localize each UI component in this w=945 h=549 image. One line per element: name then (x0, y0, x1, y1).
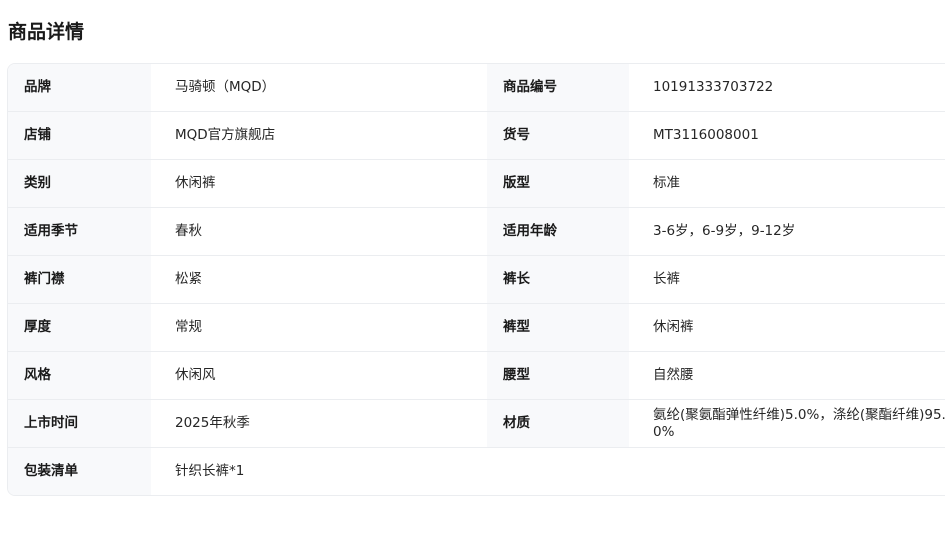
spec-label: 裤型 (487, 303, 629, 352)
spec-value: 常规 (151, 303, 487, 352)
spec-row: 风格 休闲风 腰型 自然腰 (8, 351, 945, 400)
spec-label: 材质 (487, 399, 629, 448)
spec-label: 店铺 (8, 111, 151, 160)
spec-row: 上市时间 2025年秋季 材质 氨纶(聚氨酯弹性纤维)5.0%，涤纶(聚酯纤维)95.… (8, 399, 945, 448)
spec-value: 长裤 (629, 255, 945, 304)
spec-value: 2025年秋季 (151, 399, 487, 448)
spec-value: 3-6岁，6-9岁，9-12岁 (629, 207, 945, 256)
spec-label: 货号 (487, 111, 629, 160)
spec-value: 自然腰 (629, 351, 945, 400)
spec-row: 适用季节 春秋 适用年龄 3-6岁，6-9岁，9-12岁 (8, 207, 945, 256)
spec-value: 标准 (629, 159, 945, 208)
spec-label: 风格 (8, 351, 151, 400)
spec-row: 包装清单 针织长裤*1 (8, 447, 945, 495)
spec-row: 店铺 MQD官方旗舰店 货号 MT3116008001 (8, 111, 945, 160)
spec-value: 针织长裤*1 (175, 463, 245, 479)
spec-row: 裤门襟 松紧 裤长 长裤 (8, 255, 945, 304)
product-spec-table: 品牌 马骑顿（MQD） 商品编号 10191333703722 店铺 MQD官方旗舰店 货号… (7, 63, 945, 496)
spec-value: 松紧 (151, 255, 487, 304)
spec-value: 氨纶(聚氨酯弹性纤维)5.0%，涤纶(聚酯纤维)95.0% (629, 399, 945, 448)
spec-label: 腰型 (487, 351, 629, 400)
spec-label: 品牌 (8, 64, 151, 112)
spec-label: 适用季节 (8, 207, 151, 256)
spec-value: 休闲裤 (629, 303, 945, 352)
spec-label: 类别 (8, 159, 151, 208)
spec-label: 包装清单 (8, 447, 151, 495)
spec-row: 类别 休闲裤 版型 标准 (8, 159, 945, 208)
section-title: 商品详情 (8, 21, 85, 43)
spec-label: 裤长 (487, 255, 629, 304)
spec-value: 10191333703722 (629, 64, 945, 112)
spec-label: 厚度 (8, 303, 151, 352)
spec-label: 商品编号 (487, 64, 629, 112)
spec-label: 裤门襟 (8, 255, 151, 304)
spec-label: 上市时间 (8, 399, 151, 448)
spec-value: 春秋 (151, 207, 487, 256)
spec-value: MQD官方旗舰店 (151, 111, 487, 160)
spec-value: 休闲裤 (151, 159, 487, 208)
spec-value: 休闲风 (151, 351, 487, 400)
spec-label: 版型 (487, 159, 629, 208)
spec-row: 厚度 常规 裤型 休闲裤 (8, 303, 945, 352)
spec-value: 马骑顿（MQD） (151, 64, 487, 112)
spec-value: MT3116008001 (629, 111, 945, 160)
spec-label: 适用年龄 (487, 207, 629, 256)
spec-row: 品牌 马骑顿（MQD） 商品编号 10191333703722 (8, 64, 945, 112)
